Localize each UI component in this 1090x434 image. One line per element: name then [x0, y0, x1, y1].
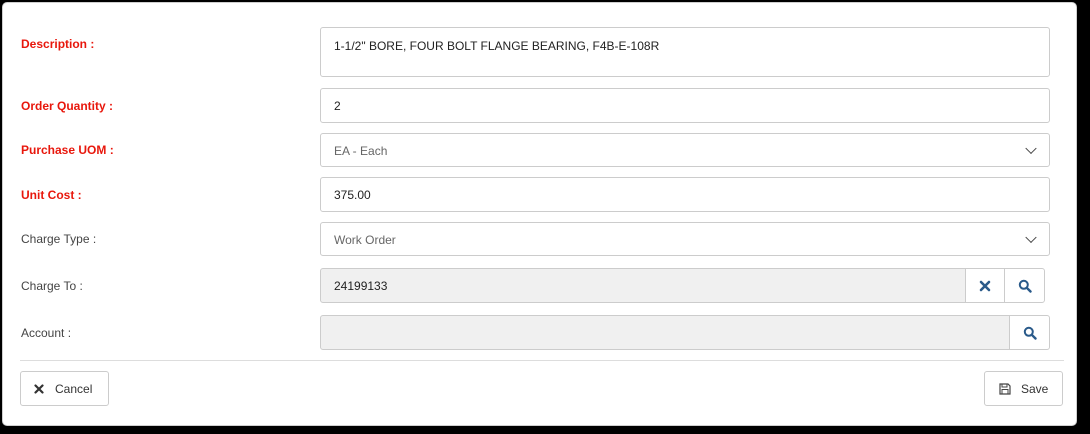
unit-cost-input[interactable]: 375.00 [320, 177, 1050, 212]
save-button-label: Save [1021, 381, 1049, 396]
charge-to-label: Charge To : [21, 279, 83, 293]
charge-type-value: Work Order [334, 233, 396, 247]
charge-to-input[interactable]: 24199133 [320, 268, 966, 303]
chevron-down-icon [1025, 142, 1037, 155]
save-button[interactable]: Save [984, 371, 1063, 406]
purchase-uom-select[interactable]: EA - Each [320, 133, 1050, 167]
order-quantity-input[interactable]: 2 [320, 88, 1050, 123]
description-textarea[interactable]: 1-1/2" BORE, FOUR BOLT FLANGE BEARING, F… [320, 27, 1050, 77]
purchase-uom-value: EA - Each [334, 144, 388, 158]
account-label: Account : [21, 326, 72, 340]
cancel-button[interactable]: Cancel [20, 371, 109, 406]
search-icon [1018, 279, 1032, 293]
charge-to-clear-button[interactable] [965, 268, 1005, 303]
times-icon [34, 383, 44, 394]
times-icon [979, 280, 991, 291]
description-value: 1-1/2" BORE, FOUR BOLT FLANGE BEARING, F… [334, 39, 660, 53]
cancel-button-label: Cancel [55, 381, 93, 396]
charge-type-select[interactable]: Work Order [320, 222, 1050, 256]
unit-cost-value: 375.00 [334, 188, 371, 202]
order-quantity-value: 2 [334, 99, 341, 113]
account-input[interactable] [320, 315, 1010, 350]
form-divider [20, 360, 1064, 361]
search-icon [1023, 326, 1037, 340]
purchase-uom-label: Purchase UOM : [21, 143, 114, 157]
chevron-down-icon [1025, 231, 1037, 244]
charge-to-value: 24199133 [334, 279, 388, 293]
floppy-disk-icon [999, 382, 1011, 395]
order-quantity-label: Order Quantity : [21, 99, 114, 113]
order-line-form: Description : 1-1/2" BORE, FOUR BOLT FLA… [2, 2, 1077, 426]
account-search-button[interactable] [1009, 315, 1050, 350]
charge-to-search-button[interactable] [1004, 268, 1045, 303]
unit-cost-label: Unit Cost : [21, 188, 82, 202]
charge-type-label: Charge Type : [21, 232, 97, 246]
description-label: Description : [21, 37, 95, 51]
